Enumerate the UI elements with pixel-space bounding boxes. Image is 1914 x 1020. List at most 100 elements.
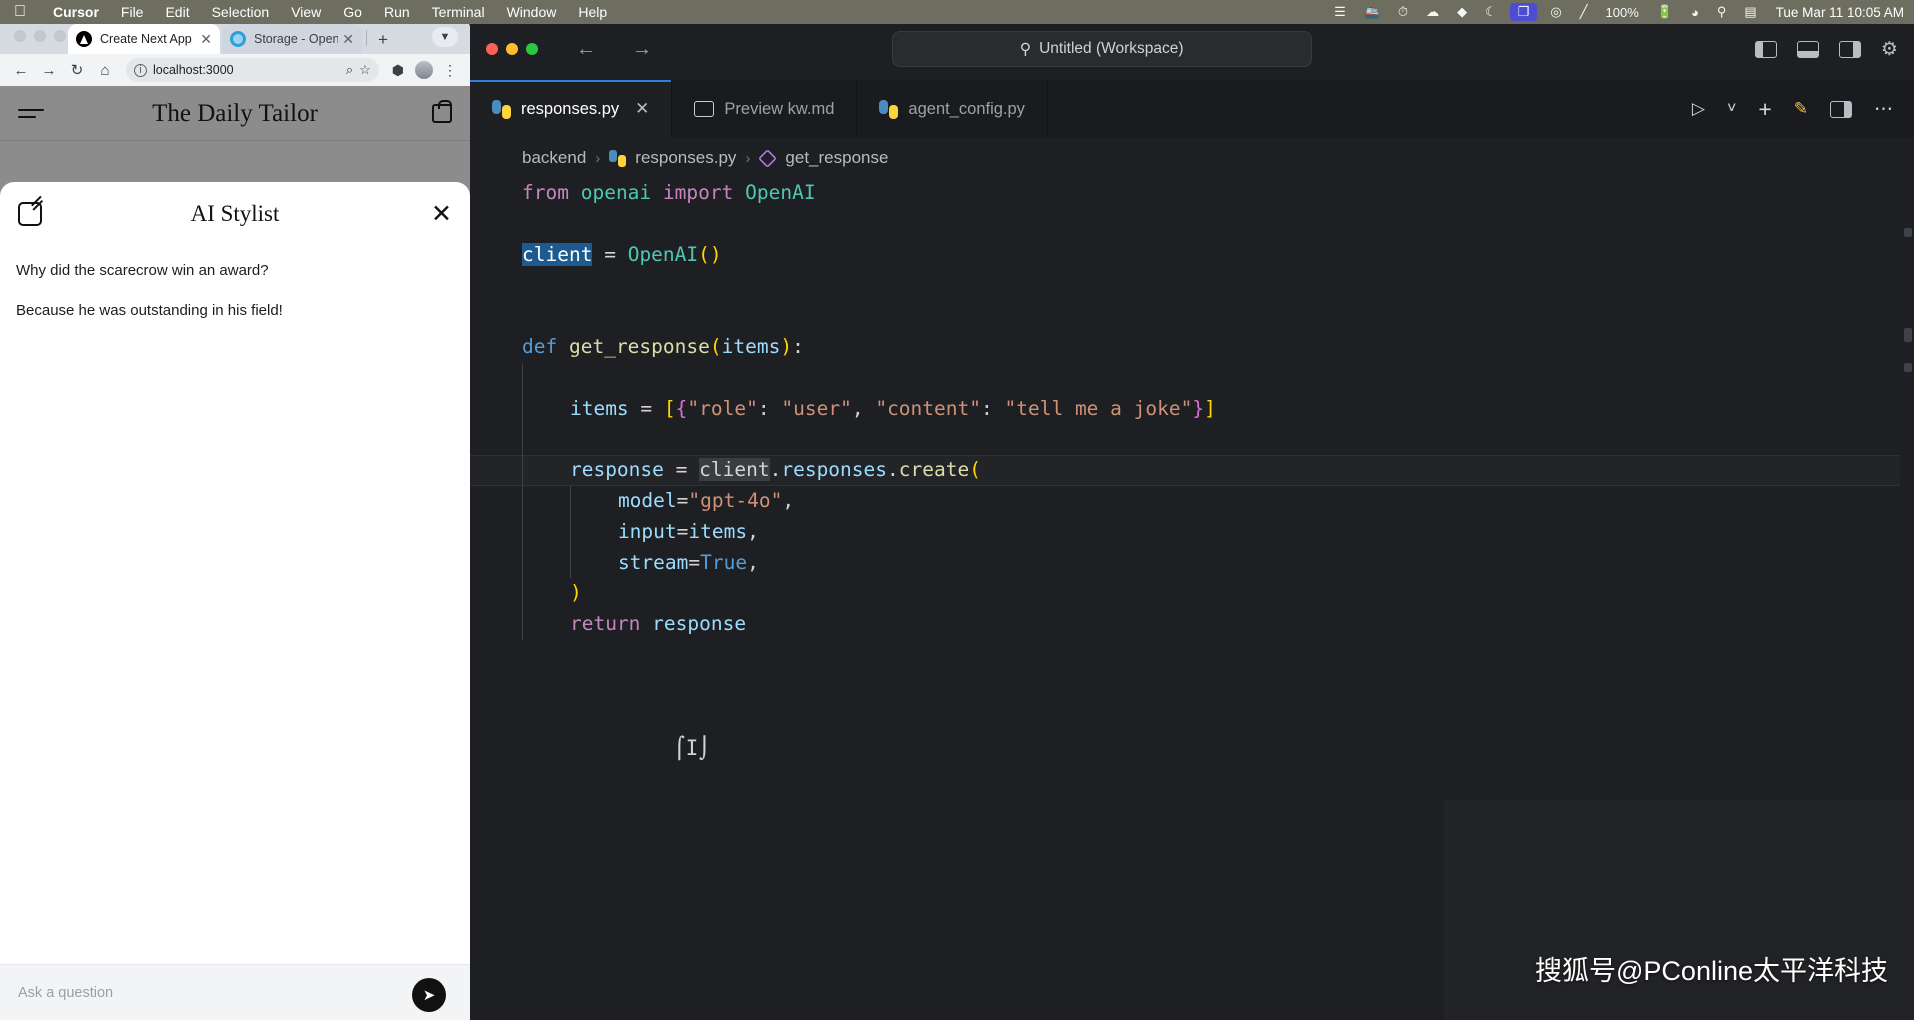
chevron-down-icon[interactable]: ▼ xyxy=(432,27,458,47)
ai-stylist-title: AI Stylist xyxy=(0,201,470,227)
close-icon[interactable]: ✕ xyxy=(196,31,212,48)
extensions-icon[interactable]: ⬢ xyxy=(387,62,409,79)
compose-edit-icon[interactable] xyxy=(18,202,42,226)
control-center-icon[interactable]: ▤ xyxy=(1735,4,1765,20)
menu-item-app-name[interactable]: Cursor xyxy=(42,4,110,20)
menu-item-view[interactable]: View xyxy=(280,4,332,20)
browser-tab-create-next-app[interactable]: Create Next App ✕ xyxy=(68,24,220,54)
diamond-icon[interactable]: ◆ xyxy=(1448,4,1476,20)
code-line xyxy=(522,363,1914,394)
layout-sidebar-right-icon[interactable] xyxy=(1839,41,1861,58)
chevron-down-icon[interactable]: ˅ xyxy=(1727,100,1736,118)
home-icon[interactable]: ⌂ xyxy=(92,57,118,83)
layout-panel-bottom-icon[interactable] xyxy=(1797,41,1819,58)
close-icon[interactable]: ✕ xyxy=(431,202,452,227)
send-arrow-icon[interactable]: ➤ xyxy=(412,978,446,1012)
web-page-content: The Daily Tailor AI Stylist ✕ Why did th… xyxy=(0,86,470,1020)
editor-tab-preview-kw-md[interactable]: Preview kw.md xyxy=(672,80,857,138)
menu-item-edit[interactable]: Edit xyxy=(154,4,200,20)
kebab-menu-icon[interactable]: ⋮ xyxy=(439,62,462,79)
breadcrumb-folder[interactable]: backend xyxy=(522,148,586,168)
wifi-icon[interactable]: ◕ xyxy=(1682,5,1708,20)
chrome-browser-window: Create Next App ✕ Storage - OpenAI AP ✕ … xyxy=(0,18,470,1020)
arrow-left-icon[interactable]: ← xyxy=(558,38,614,61)
record-icon[interactable]: ◎ xyxy=(1541,4,1570,20)
network-icon[interactable]: ☰ xyxy=(1325,4,1355,20)
code-line: model="gpt-4o", xyxy=(522,486,1914,517)
split-editor-icon[interactable] xyxy=(1830,101,1852,118)
maximize-window-button[interactable] xyxy=(526,43,538,55)
breadcrumb-separator: › xyxy=(745,150,750,167)
menu-item-go[interactable]: Go xyxy=(332,4,373,20)
breadcrumb-file[interactable]: responses.py xyxy=(635,148,736,168)
tab-divider xyxy=(366,30,367,46)
site-header: The Daily Tailor xyxy=(0,86,470,141)
info-icon[interactable]: i xyxy=(134,64,147,77)
plus-icon[interactable]: + xyxy=(1758,96,1771,123)
arrow-left-icon[interactable]: ← xyxy=(8,57,34,83)
text-cursor-pointer: ⌠I⌡ xyxy=(673,736,711,760)
arrow-right-icon[interactable]: → xyxy=(614,38,670,61)
workspace-search-bar[interactable]: ⚲ Untitled (Workspace) xyxy=(892,31,1312,67)
cloud-icon[interactable]: ☁ xyxy=(1417,4,1448,20)
moon-icon[interactable]: ☾ xyxy=(1476,4,1506,20)
reload-icon[interactable]: ↻ xyxy=(64,57,90,83)
chat-composer[interactable]: Ask a question ➤ xyxy=(0,964,470,1020)
ellipsis-icon[interactable]: ⋯ xyxy=(1874,98,1894,121)
pen-highlighter-icon[interactable]: ✎ xyxy=(1794,99,1808,119)
arrow-right-icon[interactable]: → xyxy=(36,57,62,83)
windows-stack-icon[interactable]: ❐ xyxy=(1510,3,1538,21)
docker-icon[interactable]: 🚢 xyxy=(1355,4,1389,20)
menubar-clock[interactable]: Tue Mar 11 10:05 AM xyxy=(1766,5,1904,20)
star-icon[interactable]: ☆ xyxy=(359,62,371,78)
code-line xyxy=(522,209,1914,240)
avatar-icon[interactable] xyxy=(415,61,433,79)
cursor-title-bar: ← → ⚲ Untitled (Workspace) ⚙ xyxy=(470,18,1914,80)
close-window-button[interactable] xyxy=(486,43,498,55)
breadcrumb: backend › responses.py › get_response xyxy=(470,138,1914,178)
menu-item-help[interactable]: Help xyxy=(567,4,618,20)
menubar-status-area: ☰ 🚢 ⏱ ☁ ◆ ☾ ❐ ◎ ╱ 100% 🔋 ◕ ⚲ ▤ Tue Mar 1… xyxy=(1325,3,1914,21)
close-icon[interactable]: ✕ xyxy=(338,31,354,48)
shopping-bag-icon[interactable] xyxy=(432,104,452,123)
pen-slash-icon[interactable]: ╱ xyxy=(1571,4,1597,20)
breadcrumb-symbol[interactable]: get_response xyxy=(785,148,888,168)
code-editor[interactable]: from openai import OpenAI client = OpenA… xyxy=(470,178,1914,1020)
battery-percent-label: 100% xyxy=(1597,5,1648,20)
gear-icon[interactable]: ⚙ xyxy=(1881,38,1898,61)
menu-item-window[interactable]: Window xyxy=(496,4,568,20)
zoom-icon[interactable]: ⌕ xyxy=(346,62,353,78)
spotlight-search-icon[interactable]: ⚲ xyxy=(1708,4,1736,20)
editor-minimap[interactable] xyxy=(1900,178,1914,1020)
close-icon[interactable]: ✕ xyxy=(635,99,649,119)
editor-tab-responses-py[interactable]: responses.py ✕ xyxy=(470,80,672,138)
watermark-text: 搜狐号@PConline太平洋科技 xyxy=(1535,949,1888,988)
editor-tab-label: agent_config.py xyxy=(908,100,1025,119)
search-input[interactable]: i localhost:3000 ⌕ ☆ xyxy=(126,58,379,82)
cursor-window-controls[interactable] xyxy=(486,43,538,55)
editor-tab-label: Preview kw.md xyxy=(724,100,834,119)
code-line: stream=True, xyxy=(522,548,1914,579)
workspace-title: Untitled (Workspace) xyxy=(1039,40,1183,58)
browser-tab-storage-openai[interactable]: Storage - OpenAI AP ✕ xyxy=(222,24,362,54)
apple-icon[interactable]:  xyxy=(14,4,26,20)
browser-window-controls[interactable] xyxy=(14,30,66,42)
minimize-window-button[interactable] xyxy=(506,43,518,55)
plus-icon[interactable]: + xyxy=(378,30,388,50)
clock-lock-icon[interactable]: ⏱ xyxy=(1389,4,1417,20)
battery-charging-icon[interactable]: 🔋 xyxy=(1648,4,1682,20)
menu-item-file[interactable]: File xyxy=(110,4,155,20)
editor-tab-label: responses.py xyxy=(521,100,619,119)
code-line xyxy=(522,301,1914,332)
menu-item-run[interactable]: Run xyxy=(373,4,421,20)
layout-sidebar-left-icon[interactable] xyxy=(1755,41,1777,58)
browser-toolbar: ← → ↻ ⌂ i localhost:3000 ⌕ ☆ ⬢ ⋮ xyxy=(0,54,470,86)
code-line: client = OpenAI() xyxy=(522,240,1914,271)
code-line: return response xyxy=(522,609,1914,640)
run-play-icon[interactable]: ▷ xyxy=(1692,99,1705,119)
chat-message-list: Why did the scarecrow win an award? Beca… xyxy=(0,246,470,354)
hamburger-menu-icon[interactable] xyxy=(18,104,44,123)
menu-item-terminal[interactable]: Terminal xyxy=(421,4,496,20)
editor-tab-agent-config-py[interactable]: agent_config.py xyxy=(857,80,1048,138)
menu-item-selection[interactable]: Selection xyxy=(201,4,281,20)
